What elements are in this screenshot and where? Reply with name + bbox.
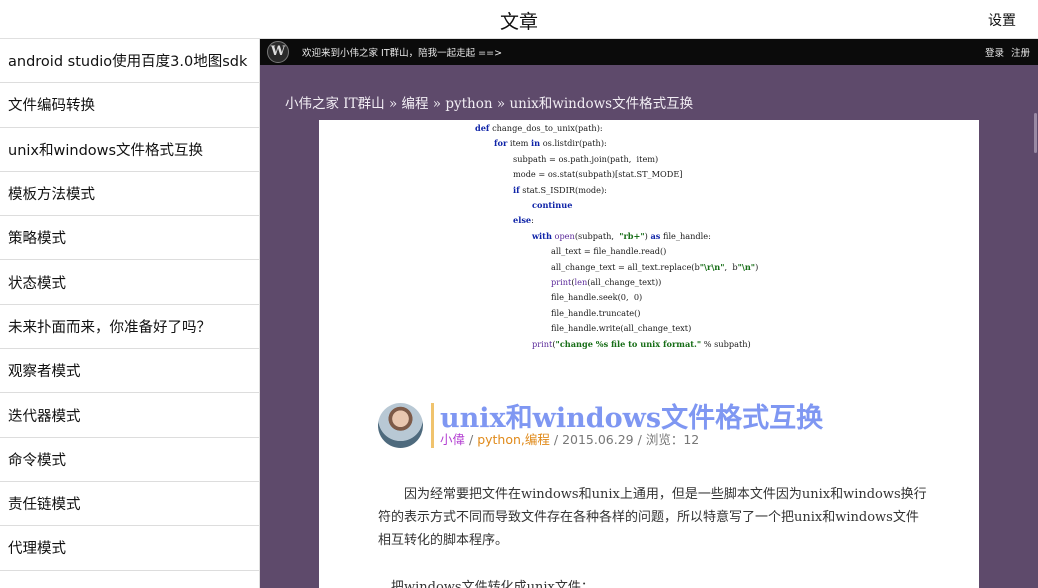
welcome-text: 欢迎来到小伟之家 IT群山，陪我一起走起 ==>	[302, 48, 503, 59]
code-token: os.listdir(path):	[540, 138, 607, 149]
code-line: print(len(all_change_text))	[551, 277, 661, 287]
code-token: all_change_text = all_text.replace(b	[551, 261, 700, 272]
breadcrumb-category-link[interactable]: python	[445, 96, 492, 112]
title-accent-bar	[431, 403, 434, 448]
scrollbar-thumb[interactable]	[1034, 113, 1037, 153]
code-token: len	[574, 277, 588, 287]
sidebar-item[interactable]: 命令模式	[0, 438, 259, 482]
sidebar-item[interactable]: 代理模式	[0, 526, 259, 571]
app-bar: 文章 设置	[0, 0, 1038, 39]
code-line: file_handle.truncate()	[551, 308, 641, 318]
code-line: continue	[532, 200, 572, 210]
sidebar-item[interactable]: android studio使用百度3.0地图sdk	[0, 39, 259, 84]
code-screenshot: def change_dos_to_unix(path):for item in…	[475, 120, 815, 350]
code-token: change_dos_to_unix(path):	[489, 123, 603, 133]
code-token: as	[650, 230, 661, 241]
sidebar-item[interactable]: unix和windows文件格式互换	[0, 128, 259, 172]
code-token: subpath = os.path.join(path, item)	[513, 153, 659, 164]
code-token: file_handle.truncate()	[551, 307, 641, 318]
meta-separator: /	[633, 432, 646, 447]
sidebar-item[interactable]: 迭代器模式	[0, 393, 259, 438]
code-line: file_handle.write(all_change_text)	[551, 323, 691, 333]
breadcrumb: 小伟之家 IT群山 » 编程 » python » unix和windows文件…	[285, 92, 693, 112]
code-token: in	[531, 138, 541, 149]
code-line: def change_dos_to_unix(path):	[475, 123, 603, 133]
view-count: 浏览：12	[645, 432, 700, 447]
page-title: 文章	[499, 11, 538, 33]
code-token: continue	[532, 200, 573, 210]
author-link[interactable]: 小偉	[440, 432, 465, 447]
code-token: file_handle.seek(0, 0)	[551, 292, 643, 303]
code-token: if	[513, 184, 520, 195]
code-token: else	[513, 215, 532, 226]
meta-separator: /	[465, 432, 478, 447]
code-token: )	[755, 261, 759, 272]
login-link[interactable]: 登录	[985, 48, 1004, 59]
code-token: % subpath)	[701, 338, 751, 349]
code-token: file_handle.write(all_change_text)	[551, 323, 692, 334]
code-token: all_text = file_handle.read()	[551, 246, 667, 257]
sidebar-item[interactable]: 状态模式	[0, 260, 259, 305]
sidebar-item[interactable]: 文件编码转换	[0, 83, 259, 128]
code-token: with	[532, 230, 552, 241]
code-line: with open(subpath, "rb+") as file_handle…	[532, 231, 711, 241]
code-line: for item in os.listdir(path):	[494, 138, 607, 148]
article-list-sidebar: android studio使用百度3.0地图sdk 文件编码转换 unix和w…	[0, 39, 260, 588]
wordpress-logo-icon[interactable]: W	[267, 41, 289, 63]
code-token: print	[551, 277, 572, 287]
code-token: mode = os.stat(subpath)[stat.ST_MODE]	[513, 169, 683, 180]
meta-separator: /	[549, 432, 563, 447]
post-paragraph: 把windows文件转化成unix文件：	[391, 580, 594, 588]
code-token: def	[475, 123, 490, 133]
breadcrumb-category-link[interactable]: 编程	[402, 96, 429, 112]
post-paragraph: 因为经常要把文件在windows和unix上通用，但是一些脚本文件因为unix和…	[378, 487, 927, 548]
code-line: subpath = os.path.join(path, item)	[513, 154, 658, 164]
breadcrumb-separator: »	[432, 96, 442, 112]
code-token: print	[532, 338, 553, 349]
sidebar-item[interactable]: 模板方法模式	[0, 172, 259, 217]
breadcrumb-separator: »	[388, 96, 398, 112]
breadcrumb-separator: »	[496, 96, 506, 112]
code-line: all_text = file_handle.read()	[551, 246, 666, 256]
code-token: "rb+"	[619, 230, 645, 241]
code-token: "change %s file to unix format."	[555, 338, 702, 349]
code-line: mode = os.stat(subpath)[stat.ST_MODE]	[513, 169, 683, 179]
scrollbar[interactable]	[1032, 65, 1038, 588]
wordpress-toolbar: W 欢迎来到小伟之家 IT群山，陪我一起走起 ==> 登录 注册	[260, 39, 1038, 65]
register-link[interactable]: 注册	[1011, 48, 1030, 59]
code-token: (all_change_text))	[587, 277, 662, 287]
code-token: , b	[724, 261, 738, 272]
code-token: for	[494, 138, 508, 149]
category-link[interactable]: python,编程	[477, 432, 550, 447]
code-token: open	[554, 230, 575, 241]
account-links: 登录 注册	[978, 45, 1030, 59]
article-body: def change_dos_to_unix(path):for item in…	[319, 120, 979, 588]
code-token: "\r\n"	[699, 261, 725, 272]
code-token: file_handle:	[660, 230, 711, 241]
settings-button[interactable]: 设置	[988, 10, 1016, 30]
code-token: :	[531, 215, 534, 226]
sidebar-item[interactable]: 观察者模式	[0, 349, 259, 394]
code-line: all_change_text = all_text.replace(b"\r\…	[551, 262, 758, 272]
sidebar-item[interactable]: 未来扑面而来，你准备好了吗？	[0, 305, 259, 350]
code-line: else:	[513, 215, 534, 225]
code-token: stat.S_ISDIR(mode):	[519, 184, 607, 195]
post-date: 2015.06.29	[562, 432, 634, 447]
sidebar-item[interactable]: 策略模式	[0, 216, 259, 261]
code-line: print("change %s file to unix format." %…	[532, 339, 751, 349]
code-token: (subpath,	[574, 230, 620, 241]
code-token: "\n"	[737, 261, 756, 272]
breadcrumb-current: unix和windows文件格式互换	[509, 96, 694, 112]
code-line: if stat.S_ISDIR(mode):	[513, 185, 607, 195]
breadcrumb-home-link[interactable]: 小伟之家 IT群山	[285, 96, 385, 112]
article-webview[interactable]: W 欢迎来到小伟之家 IT群山，陪我一起走起 ==> 登录 注册 小伟之家 IT群…	[260, 39, 1038, 588]
code-token: item	[507, 138, 532, 149]
code-line: file_handle.seek(0, 0)	[551, 292, 642, 302]
post-meta: 小偉 / python,编程 / 2015.06.29 / 浏览：12	[440, 429, 699, 448]
author-avatar[interactable]	[378, 403, 423, 448]
sidebar-item[interactable]: 责任链模式	[0, 482, 259, 527]
